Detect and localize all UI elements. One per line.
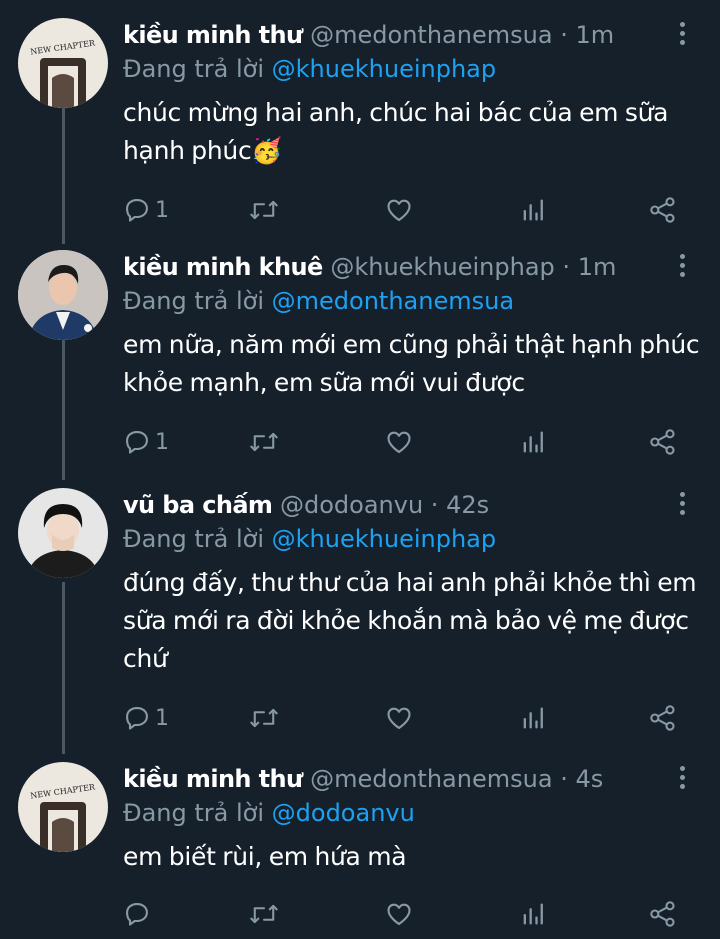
reply-count: 1 — [155, 705, 169, 731]
analytics-button[interactable] — [519, 194, 547, 226]
tweet-text: em nữa, năm mới em cũng phải thật hạnh p… — [123, 330, 700, 397]
share-button[interactable] — [649, 194, 677, 226]
tweet-header: kiều minh khuê @khuekhueinphap · 1m — [123, 250, 700, 284]
tweet[interactable]: kiều minh khuê @khuekhueinphap · 1m Đang… — [0, 250, 720, 460]
like-button[interactable] — [385, 194, 413, 226]
retweet-button[interactable] — [249, 898, 279, 930]
avatar[interactable] — [18, 488, 108, 578]
share-button[interactable] — [649, 426, 677, 458]
retweet-button[interactable] — [249, 426, 279, 458]
retweet-button[interactable] — [249, 194, 279, 226]
reply-button[interactable]: 1 — [123, 702, 169, 734]
tweet-text: em biết rùi, em hứa mà — [123, 842, 407, 871]
reply-button[interactable]: 1 — [123, 426, 169, 458]
action-bar: 1 — [123, 194, 683, 226]
replying-to: Đang trả lời @dodoanvu — [123, 796, 700, 830]
user-handle[interactable]: @khuekhueinphap — [330, 253, 554, 281]
replying-to: Đang trả lời @khuekhueinphap — [123, 522, 700, 556]
analytics-button[interactable] — [519, 702, 547, 734]
display-name[interactable]: kiều minh khuê — [123, 253, 323, 281]
reply-icon — [126, 199, 148, 222]
replying-to-label: Đang trả lời — [123, 287, 265, 315]
reply-count: 1 — [155, 197, 169, 223]
avatar[interactable] — [18, 250, 108, 340]
avatar-image: NEW CHAPTER — [18, 18, 108, 108]
user-handle[interactable]: @medonthanemsua — [310, 765, 552, 793]
share-button[interactable] — [649, 702, 677, 734]
analytics-icon — [523, 431, 543, 453]
analytics-button[interactable] — [519, 898, 547, 930]
action-bar: 1 — [123, 426, 683, 458]
replying-to-label: Đang trả lời — [123, 55, 265, 83]
tweet[interactable]: NEW CHAPTER kiều minh thư @medonthanemsu… — [0, 18, 720, 228]
display-name[interactable]: vũ ba chấm — [123, 491, 273, 519]
analytics-icon — [523, 199, 543, 221]
retweet-icon — [250, 200, 278, 220]
action-bar: 1 — [123, 702, 683, 734]
tweet-header: kiều minh thư @medonthanemsua · 1m — [123, 18, 700, 52]
reply-icon — [126, 903, 148, 926]
tweet[interactable]: NEW CHAPTER kiều minh thư @medonthanemsu… — [0, 762, 720, 939]
action-bar — [123, 898, 683, 930]
retweet-icon — [250, 432, 278, 452]
mention-link[interactable]: @medonthanemsua — [272, 287, 514, 315]
like-button[interactable] — [385, 426, 413, 458]
retweet-button[interactable] — [249, 702, 279, 734]
retweet-icon — [250, 904, 278, 924]
like-button[interactable] — [385, 898, 413, 930]
more-icon[interactable] — [680, 492, 688, 519]
avatar[interactable]: NEW CHAPTER — [18, 762, 108, 852]
like-icon — [387, 707, 411, 729]
reply-button[interactable] — [123, 898, 155, 930]
more-icon[interactable] — [680, 22, 688, 49]
display-name[interactable]: kiều minh thư — [123, 21, 303, 49]
tweet-text: đúng đấy, thư thư của hai anh phải khỏe … — [123, 568, 697, 673]
mention-link[interactable]: @dodoanvu — [272, 799, 415, 827]
tweet-header: kiều minh thư @medonthanemsua · 4s — [123, 762, 700, 796]
replying-to-label: Đang trả lời — [123, 799, 265, 827]
separator-dot: · — [430, 491, 439, 519]
timestamp[interactable]: 1m — [575, 21, 614, 49]
share-button[interactable] — [649, 898, 677, 930]
reply-button[interactable]: 1 — [123, 194, 169, 226]
separator-dot: · — [560, 765, 568, 793]
reply-icon — [126, 431, 148, 454]
like-icon — [387, 431, 411, 453]
reply-count: 1 — [155, 429, 169, 455]
reply-icon — [126, 707, 148, 730]
like-icon — [387, 199, 411, 221]
like-button[interactable] — [385, 702, 413, 734]
user-handle[interactable]: @dodoanvu — [280, 491, 423, 519]
analytics-button[interactable] — [519, 426, 547, 458]
avatar-image: NEW CHAPTER — [18, 762, 108, 852]
more-icon[interactable] — [680, 254, 688, 281]
analytics-icon — [523, 903, 543, 925]
separator-dot: · — [562, 253, 571, 281]
replying-to-label: Đang trả lời — [123, 525, 265, 553]
avatar-image — [18, 250, 108, 340]
share-icon — [650, 429, 675, 455]
tweet[interactable]: vũ ba chấm @dodoanvu · 42s Đang trả lời … — [0, 488, 720, 738]
mention-link[interactable]: @khuekhueinphap — [272, 525, 496, 553]
replying-to: Đang trả lời @khuekhueinphap — [123, 52, 700, 86]
share-icon — [650, 705, 675, 731]
timestamp[interactable]: 1m — [578, 253, 617, 281]
share-icon — [650, 197, 675, 223]
replying-to: Đang trả lời @medonthanemsua — [123, 284, 700, 318]
analytics-icon — [523, 707, 543, 729]
retweet-icon — [250, 708, 278, 728]
more-icon[interactable] — [680, 766, 688, 793]
avatar[interactable]: NEW CHAPTER — [18, 18, 108, 108]
user-handle[interactable]: @medonthanemsua — [310, 21, 552, 49]
like-icon — [387, 903, 411, 925]
tweet-header: vũ ba chấm @dodoanvu · 42s — [123, 488, 700, 522]
share-icon — [650, 901, 675, 927]
avatar-image — [18, 488, 108, 578]
timestamp[interactable]: 4s — [575, 765, 603, 793]
display-name[interactable]: kiều minh thư — [123, 765, 303, 793]
timestamp[interactable]: 42s — [446, 491, 489, 519]
mention-link[interactable]: @khuekhueinphap — [272, 55, 496, 83]
separator-dot: · — [560, 21, 568, 49]
tweet-text: chúc mừng hai anh, chúc hai bác của em s… — [123, 98, 669, 165]
